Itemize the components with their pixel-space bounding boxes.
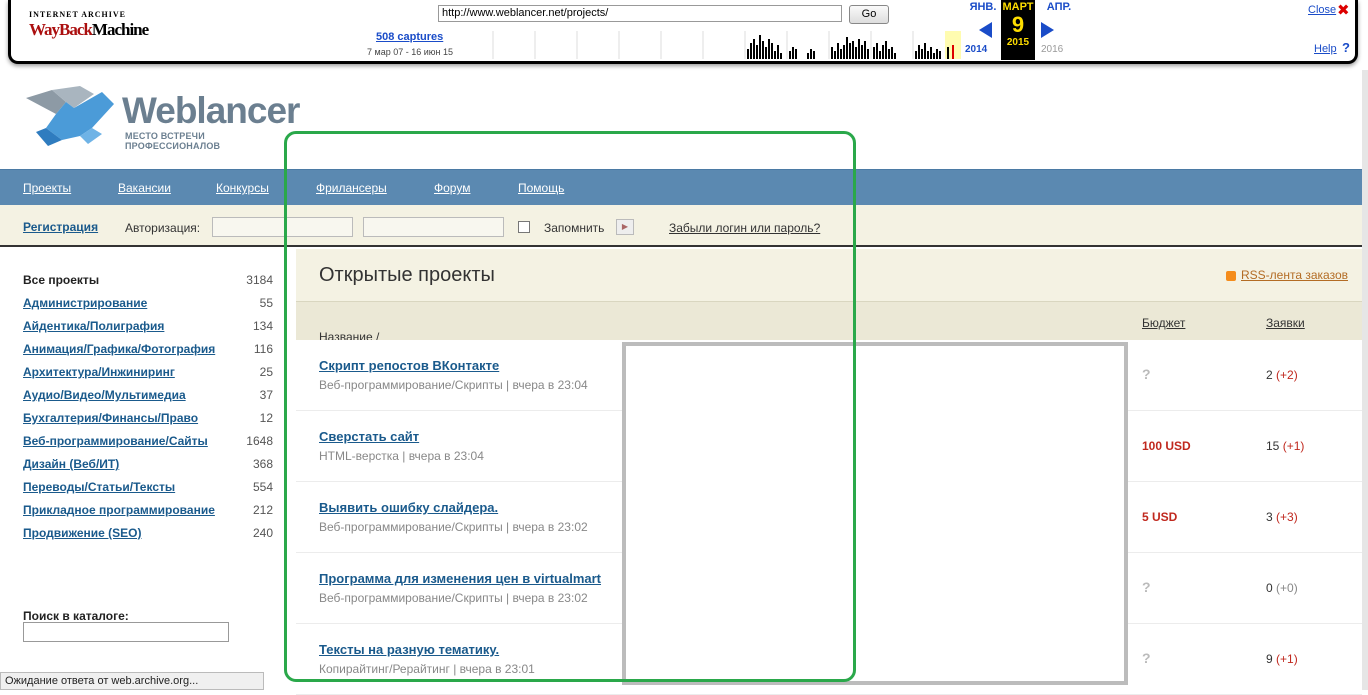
catalog-search-label: Поиск в каталоге: [23,609,129,623]
category-item[interactable]: Все проекты 3184 [23,273,273,293]
category-item[interactable]: Прикладное программирование 212 [23,503,273,523]
wayback-logo-top: INTERNET ARCHIVE [29,10,126,19]
prev-month-link[interactable]: ЯНВ. [963,1,1003,13]
col-bids-header[interactable]: Заявки [1266,316,1305,330]
wayback-url-input[interactable]: http://www.weblancer.net/projects/ [438,5,842,22]
status-bar: Ожидание ответа от web.archive.org... [0,672,264,690]
project-budget: ? [1142,579,1151,595]
bids-count: 2 [1266,368,1273,382]
prev-year-link[interactable]: 2014 [965,44,987,55]
capture-sparkline[interactable] [463,31,961,59]
wayback-logo-wordmark: WayBackMachine [29,20,149,40]
current-day: 9 [1011,12,1025,37]
project-budget: ? [1142,366,1151,382]
project-bids: 2 (+2) [1266,368,1298,382]
wayback-logo[interactable]: INTERNET ARCHIVE WayBackMachine [29,10,149,40]
captures-link[interactable]: 508 captures [376,31,443,43]
category-name: Администрирование [23,296,148,310]
category-name: Айдентика/Полиграфия [23,319,165,333]
bids-delta: (+0) [1276,581,1298,595]
current-date-box: МАРТ 9 2015 [1001,0,1035,60]
category-name: Архитектура/Инжиниринг [23,365,175,379]
project-budget: 5 USD [1142,510,1178,524]
category-name: Аудио/Видео/Мультимедиа [23,388,186,402]
handshake-icon [26,86,114,146]
wayback-logo-machine: Machine [91,20,149,39]
close-icon[interactable]: ✖ [1337,1,1350,19]
prev-capture-arrow-icon[interactable] [979,22,992,38]
category-count: 37 [259,388,273,402]
category-count: 554 [252,480,273,494]
site-tagline: МЕСТО ВСТРЕЧИ ПРОФЕССИОНАЛОВ [125,131,221,151]
category-item[interactable]: Анимация/Графика/Фотография 116 [23,342,273,362]
vertical-scrollbar[interactable] [1362,70,1368,690]
green-highlight-box [284,131,856,682]
project-bids: 3 (+3) [1266,510,1298,524]
bids-delta: (+1) [1276,652,1298,666]
close-link[interactable]: Close [1308,4,1336,16]
wayback-logo-way: WayBack [29,20,93,39]
site-brand: Weblancer [122,90,300,131]
category-count: 212 [252,503,273,517]
nav-item-projects[interactable]: Проекты [23,181,71,195]
category-item[interactable]: Айдентика/Полиграфия 134 [23,319,273,339]
category-item[interactable]: Бухгалтерия/Финансы/Право 12 [23,411,273,431]
category-count: 1648 [246,434,273,448]
rss-icon[interactable] [1226,271,1236,281]
help-icon[interactable]: ? [1342,40,1350,55]
nav-item-contests[interactable]: Конкурсы [216,181,269,195]
help-link[interactable]: Help [1314,43,1337,55]
category-name: Переводы/Статьи/Тексты [23,480,176,494]
category-name: Бухгалтерия/Финансы/Право [23,411,199,425]
bids-count: 0 [1266,581,1273,595]
category-count: 3184 [246,273,273,287]
wayback-toolbar: INTERNET ARCHIVE WayBackMachine http://w… [8,0,1358,64]
bids-delta: (+2) [1276,368,1298,382]
category-count: 368 [252,457,273,471]
category-count: 12 [259,411,273,425]
category-item[interactable]: Аудио/Видео/Мультимедиа 37 [23,388,273,408]
category-count: 240 [252,526,273,540]
category-name: Все проекты [23,273,100,287]
category-count: 134 [252,319,273,333]
category-item[interactable]: Дизайн (Веб/ИТ) 368 [23,457,273,477]
site-logo[interactable]: Weblancer МЕСТО ВСТРЕЧИ ПРОФЕССИОНАЛОВ [22,84,300,151]
nav-item-vacancies[interactable]: Вакансии [118,181,171,195]
captures-range: 7 мар 07 - 16 июн 15 [367,47,453,57]
project-bids: 0 (+0) [1266,581,1298,595]
col-budget-header[interactable]: Бюджет [1142,316,1185,330]
bids-count: 3 [1266,510,1273,524]
next-month-link[interactable]: АПР. [1039,1,1079,13]
register-link[interactable]: Регистрация [23,220,98,234]
bids-delta: (+3) [1276,510,1298,524]
category-name: Анимация/Графика/Фотография [23,342,216,356]
category-item[interactable]: Веб-программирование/Сайты 1648 [23,434,273,454]
category-item[interactable]: Продвижение (SEO) 240 [23,526,273,546]
bids-delta: (+1) [1282,439,1305,453]
category-name: Прикладное программирование [23,503,215,517]
next-year-label: 2016 [1041,44,1064,55]
project-budget: ? [1142,650,1151,666]
go-button[interactable]: Go [849,5,889,24]
category-sidebar: Все проекты 3184 Администрирование 55 Айде… [0,249,284,690]
category-name: Продвижение (SEO) [23,526,142,540]
project-bids: 15 (+1) [1266,439,1304,453]
current-year: 2015 [1006,37,1030,48]
category-item[interactable]: Архитектура/Инжиниринг 25 [23,365,273,385]
category-name: Веб-программирование/Сайты [23,434,208,448]
bids-count: 9 [1266,652,1273,666]
catalog-search-input[interactable] [23,622,229,642]
project-bids: 9 (+1) [1266,652,1298,666]
category-item[interactable]: Переводы/Статьи/Тексты 554 [23,480,273,500]
category-name: Дизайн (Веб/ИТ) [23,457,120,471]
auth-label: Авторизация: [125,221,201,235]
project-budget: 100 USD [1142,439,1191,453]
bids-count: 15 [1266,439,1280,453]
rss-link[interactable]: RSS-лента заказов [1241,268,1348,282]
category-count: 25 [259,365,273,379]
category-count: 116 [253,342,273,356]
category-item[interactable]: Администрирование 55 [23,296,273,316]
category-count: 55 [259,296,273,310]
next-capture-arrow-icon[interactable] [1041,22,1054,38]
